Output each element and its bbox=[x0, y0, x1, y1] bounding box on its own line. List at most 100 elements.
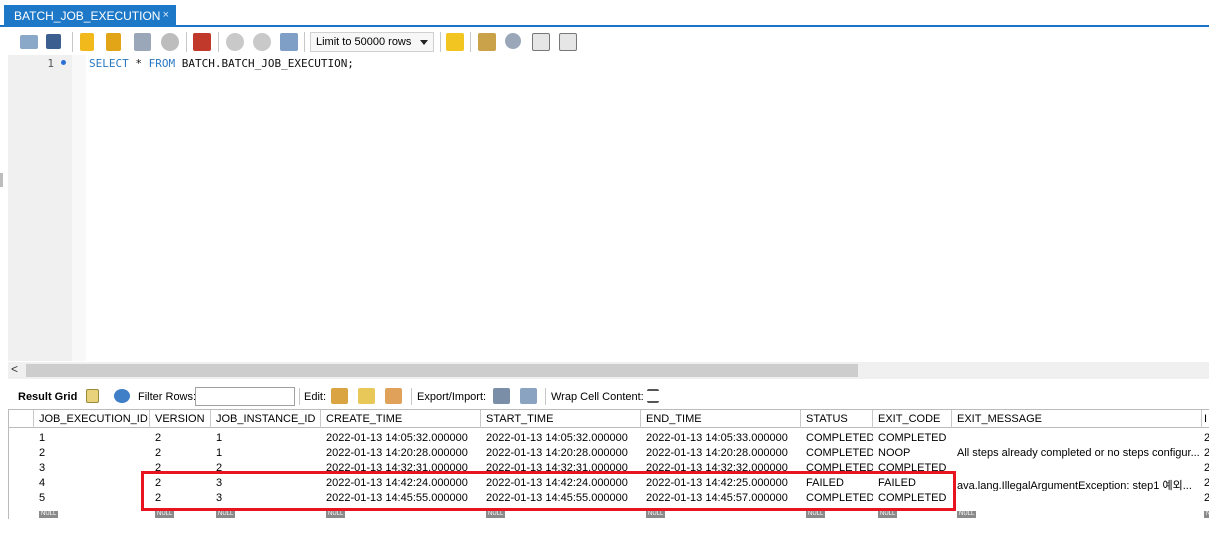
grid-cell[interactable]: 2 bbox=[1202, 446, 1209, 461]
rollback-icon[interactable] bbox=[253, 33, 271, 51]
grid-cell[interactable]: ava.lang.IllegalArgumentException: step1… bbox=[952, 476, 1202, 491]
tab-batch-job-execution[interactable]: BATCH_JOB_EXECUTION × bbox=[4, 5, 176, 27]
toolbar-separator bbox=[545, 388, 546, 405]
grid-cell[interactable]: 2 bbox=[150, 446, 211, 461]
column-header[interactable]: EXIT_MESSAGE bbox=[952, 410, 1202, 428]
refresh-icon[interactable] bbox=[114, 389, 130, 403]
column-header[interactable]: START_TIME bbox=[481, 410, 641, 428]
toolbar-separator bbox=[218, 32, 219, 52]
invisible-chars-icon[interactable] bbox=[532, 33, 550, 51]
beautify-icon[interactable] bbox=[478, 33, 496, 51]
column-header[interactable]: CREATE_TIME bbox=[321, 410, 481, 428]
grid-view-icon[interactable] bbox=[86, 389, 99, 403]
wrap-cell-icon[interactable] bbox=[647, 389, 659, 403]
favorite-icon[interactable] bbox=[446, 33, 464, 51]
grid-cell[interactable]: COMPLETED bbox=[801, 446, 873, 461]
panel-splitter[interactable] bbox=[0, 173, 3, 187]
toolbar-separator bbox=[72, 32, 73, 52]
grid-cell[interactable] bbox=[952, 461, 1202, 476]
null-cell[interactable]: NULL bbox=[34, 503, 150, 518]
execute-icon[interactable] bbox=[80, 33, 94, 51]
row-selector[interactable] bbox=[9, 431, 32, 446]
highlight-annotation bbox=[141, 471, 956, 511]
column-header[interactable]: STATUS bbox=[801, 410, 873, 428]
table-row[interactable]: 2 2 1 2022-01-13 14:20:28.000000 2022-01-13 … bbox=[9, 446, 1209, 461]
result-grid-label[interactable]: Result Grid bbox=[18, 391, 77, 403]
grid-cell[interactable]: 1 bbox=[34, 431, 150, 446]
grid-cell[interactable]: 2022-01-13 14:20:28.000000 bbox=[641, 446, 801, 461]
null-badge: NULL bbox=[957, 511, 977, 518]
import-icon[interactable] bbox=[520, 388, 537, 404]
grid-cell[interactable]: 4 bbox=[34, 476, 150, 491]
scroll-left-icon[interactable]: < bbox=[11, 362, 18, 376]
grid-cell[interactable]: 2 bbox=[150, 431, 211, 446]
filter-rows-label: Filter Rows: bbox=[138, 391, 197, 403]
row-selector-header[interactable] bbox=[9, 410, 34, 428]
grid-cell[interactable]: 2 bbox=[34, 446, 150, 461]
tab-title: BATCH_JOB_EXECUTION bbox=[14, 9, 161, 23]
wrap-icon[interactable] bbox=[559, 33, 577, 51]
null-badge: NULL bbox=[216, 511, 236, 518]
table-row[interactable]: 1 2 1 2022-01-13 14:05:32.000000 2022-01-13 … bbox=[9, 431, 1209, 446]
sql-editor[interactable]: SELECT * FROM BATCH.BATCH_JOB_EXECUTION; bbox=[89, 57, 354, 70]
row-selector[interactable] bbox=[9, 476, 32, 491]
null-badge: NULL bbox=[155, 511, 175, 518]
edit-row-icon[interactable] bbox=[331, 388, 348, 404]
add-row-icon[interactable] bbox=[358, 388, 375, 404]
null-cell[interactable]: NULL bbox=[952, 503, 1202, 518]
export-import-label: Export/Import: bbox=[417, 391, 487, 403]
editor-horizontal-scrollbar[interactable]: < bbox=[8, 362, 1209, 379]
column-header[interactable]: EXIT_CODE bbox=[873, 410, 952, 428]
grid-cell[interactable]: 2022-01-13 14:05:32.000000 bbox=[481, 431, 641, 446]
column-header[interactable]: I bbox=[1202, 410, 1209, 428]
result-toolbar: Result Grid Filter Rows: Edit: Export/Im… bbox=[0, 385, 1209, 409]
grid-cell[interactable]: All steps already completed or no steps … bbox=[952, 446, 1202, 461]
save-icon[interactable] bbox=[46, 34, 61, 49]
grid-cell[interactable]: 2 bbox=[1202, 476, 1209, 491]
null-cell[interactable]: NULL bbox=[1202, 503, 1209, 518]
autocommit-icon[interactable] bbox=[280, 33, 298, 51]
grid-cell[interactable]: 1 bbox=[211, 431, 321, 446]
explain-icon[interactable] bbox=[134, 33, 151, 51]
chevron-down-icon bbox=[420, 40, 428, 45]
export-icon[interactable] bbox=[493, 388, 510, 404]
column-header[interactable]: JOB_EXECUTION_ID bbox=[34, 410, 150, 428]
statement-marker-icon bbox=[61, 60, 66, 65]
commit-icon[interactable] bbox=[226, 33, 244, 51]
toolbar-separator bbox=[299, 388, 300, 405]
close-icon[interactable]: × bbox=[163, 9, 169, 21]
scrollbar-thumb[interactable] bbox=[26, 364, 858, 377]
grid-cell[interactable]: 2022-01-13 14:05:33.000000 bbox=[641, 431, 801, 446]
grid-cell[interactable] bbox=[952, 431, 1202, 446]
toggle-error-icon[interactable] bbox=[193, 33, 211, 51]
row-selector[interactable] bbox=[9, 491, 32, 506]
find-icon[interactable] bbox=[505, 33, 521, 49]
grid-cell[interactable]: COMPLETED bbox=[873, 431, 952, 446]
null-badge: NULL bbox=[39, 511, 59, 518]
column-header[interactable]: END_TIME bbox=[641, 410, 801, 428]
grid-cell[interactable]: 2 bbox=[1202, 431, 1209, 446]
column-header[interactable]: JOB_INSTANCE_ID bbox=[211, 410, 321, 428]
stop-icon[interactable] bbox=[161, 33, 179, 51]
grid-cell[interactable]: 3 bbox=[34, 461, 150, 476]
grid-cell[interactable]: NOOP bbox=[873, 446, 952, 461]
grid-cell[interactable]: 2022-01-13 14:20:28.000000 bbox=[321, 446, 481, 461]
grid-cell[interactable]: COMPLETED bbox=[801, 431, 873, 446]
row-selector[interactable] bbox=[9, 446, 32, 461]
row-selector[interactable] bbox=[9, 461, 32, 476]
editor-gutter bbox=[8, 55, 72, 361]
execute-current-icon[interactable] bbox=[106, 33, 121, 51]
grid-cell[interactable]: 2022-01-13 14:20:28.000000 bbox=[481, 446, 641, 461]
wrap-cell-label: Wrap Cell Content: bbox=[551, 391, 644, 403]
limit-rows-value: Limit to 50000 rows bbox=[316, 36, 412, 48]
grid-cell[interactable]: 2 bbox=[1202, 461, 1209, 476]
column-header[interactable]: VERSION bbox=[150, 410, 211, 428]
filter-rows-input[interactable] bbox=[195, 387, 295, 406]
toolbar-separator bbox=[304, 32, 305, 52]
delete-row-icon[interactable] bbox=[385, 388, 402, 404]
grid-cell[interactable]: 1 bbox=[211, 446, 321, 461]
null-badge: NULL bbox=[806, 511, 826, 518]
grid-cell[interactable]: 2022-01-13 14:05:32.000000 bbox=[321, 431, 481, 446]
open-folder-icon[interactable] bbox=[20, 35, 38, 49]
limit-rows-select[interactable]: Limit to 50000 rows bbox=[310, 32, 434, 52]
